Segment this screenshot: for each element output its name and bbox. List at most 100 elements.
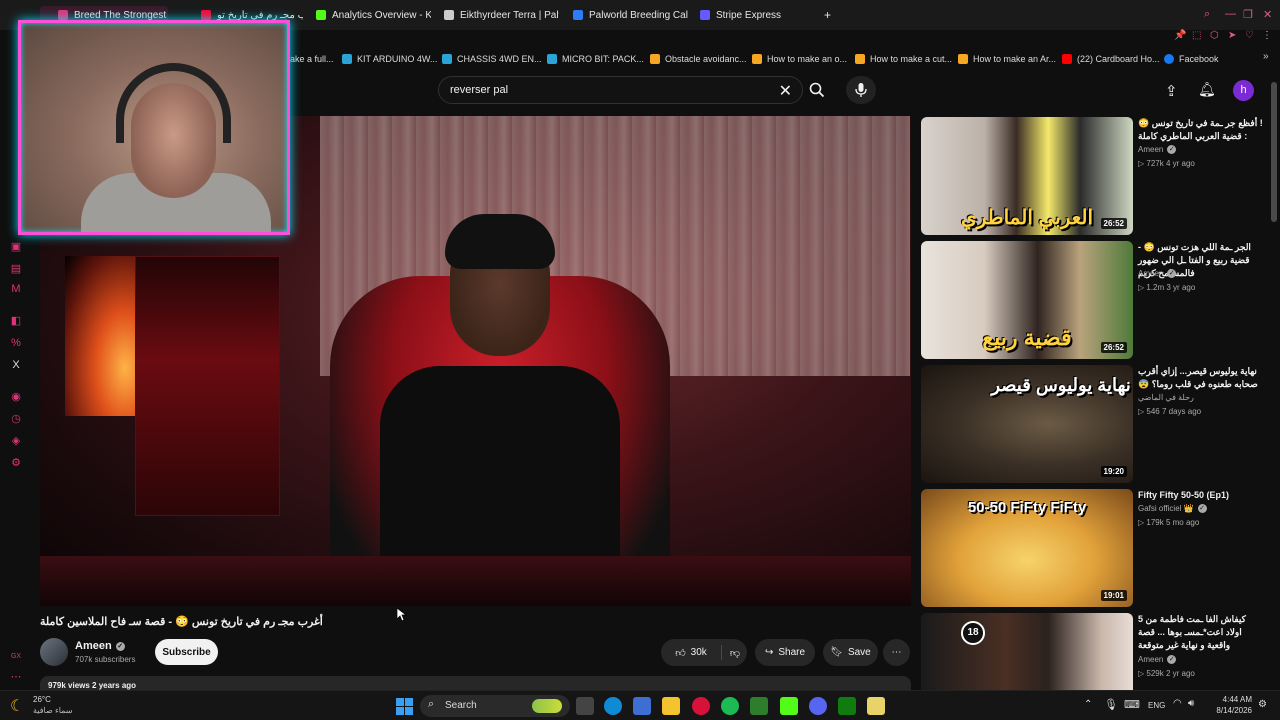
input-language[interactable]: ENG — [1148, 701, 1165, 710]
notifications-bell-icon[interactable]: 🔔︎ — [1198, 81, 1216, 98]
recommendation-title[interactable]: ! أفظع جر ـمة في تاريخ تونس 😳 : قضية الع… — [1138, 117, 1263, 143]
clock-icon[interactable]: ◷ — [9, 412, 23, 426]
maximize-icon[interactable]: ❐ — [1243, 8, 1253, 21]
recommendation-channel[interactable]: Ameen — [1138, 145, 1163, 154]
sidebar-app-icon[interactable]: GX — [9, 650, 23, 664]
wifi-icon[interactable]: ◠ — [1173, 698, 1182, 709]
share-button[interactable]: ↪ Share — [755, 639, 815, 666]
bookmark-item[interactable]: ake a full... — [290, 51, 334, 67]
dislike-button[interactable]: 👎︎ — [723, 639, 747, 666]
description-box[interactable]: 979k views 2 years ago — [40, 676, 911, 690]
recommendation-item[interactable]: 18 كيفاش الفا ـمت فاطمة من 5 اولاد اعت*ـ… — [921, 613, 1266, 690]
bookmark-item[interactable]: How to make an Ar... — [958, 51, 1056, 67]
bookmarks-more-icon[interactable]: » — [1263, 51, 1269, 62]
more-icon[interactable]: ⋯ — [9, 670, 23, 684]
opera-gx-icon[interactable] — [692, 697, 710, 715]
volume-icon[interactable]: 🔊︎ — [1188, 698, 1194, 709]
bookmark-item[interactable]: Facebook — [1164, 51, 1219, 67]
spotify-icon[interactable] — [721, 697, 739, 715]
subscribe-button[interactable]: Subscribe — [155, 639, 218, 665]
video-thumbnail[interactable]: 18 — [921, 613, 1133, 690]
upload-icon[interactable]: ⇪ — [1165, 82, 1178, 100]
app-icon[interactable] — [867, 697, 885, 715]
youtube-favicon-icon — [58, 10, 68, 20]
bookmark-item[interactable]: KIT ARDUINO 4W... — [342, 51, 437, 67]
search-tabs-icon[interactable]: ⌕ — [1204, 8, 1210, 21]
like-button[interactable]: 👍︎ 30k — [661, 639, 721, 666]
new-tab-button[interactable]: + — [824, 6, 836, 24]
channel-name-link[interactable]: Ameen ✓ — [75, 640, 125, 652]
recommendation-item[interactable]: العربي الماطري 26:52 ! أفظع جر ـمة في تا… — [921, 117, 1266, 235]
bookmark-item[interactable]: MICRO BIT: PACK... — [547, 51, 644, 67]
sidebar-app-icon[interactable]: ▣ — [9, 240, 23, 254]
bookmark-item[interactable]: How to make an o... — [752, 51, 847, 67]
search-button[interactable] — [803, 76, 831, 104]
tab-breeding-calculator[interactable]: Palworld Breeding Calculator — [573, 6, 688, 24]
bookmark-item[interactable]: (22) Cardboard Ho... — [1062, 51, 1160, 67]
pin-icon[interactable]: 📌 — [1174, 30, 1186, 41]
notifications-icon[interactable]: ⚙ — [1258, 699, 1267, 710]
task-view-icon[interactable] — [576, 697, 594, 715]
recommendation-item[interactable]: 50-50 FiFty FiFty 19:01 Fifty Fifty 50-5… — [921, 489, 1266, 607]
recommendation-item[interactable]: قضية ربيع 26:52 الجر ـمة اللي هزت تونس 😳… — [921, 241, 1266, 359]
edge-browser-icon[interactable] — [604, 697, 622, 715]
video-thumbnail[interactable]: قضية ربيع 26:52 — [921, 241, 1133, 359]
save-button[interactable]: 🔖︎ Save — [823, 639, 878, 666]
tray-overflow-icon[interactable]: ⌃ — [1084, 699, 1092, 710]
moon-weather-icon[interactable]: ☾ — [10, 696, 24, 716]
bookmark-item[interactable]: Obstacle avoidanc... — [650, 51, 747, 67]
clock-time[interactable]: 4:44 AM — [1208, 695, 1252, 704]
bookmark-label: CHASSIS 4WD EN... — [457, 54, 542, 64]
xbox-icon[interactable] — [838, 697, 856, 715]
tab-eikthyrdeer[interactable]: Eikthyrdeer Terra | Palworld — [444, 6, 559, 24]
extension-icon[interactable]: ⬡ — [1210, 30, 1219, 41]
kick-icon[interactable] — [780, 697, 798, 715]
voice-search-button[interactable] — [846, 76, 876, 104]
windows-start-icon[interactable] — [396, 698, 413, 715]
recommendation-title[interactable]: Fifty Fifty 50-50 (Ep1) — [1138, 489, 1263, 502]
close-window-icon[interactable]: ✕ — [1263, 8, 1272, 21]
x-icon[interactable]: X — [9, 358, 23, 372]
settings-icon[interactable]: ⚙ — [9, 456, 23, 470]
video-frame-desk — [40, 556, 911, 606]
video-thumbnail[interactable]: العربي الماطري 26:52 — [921, 117, 1133, 235]
channel-avatar[interactable] — [40, 638, 68, 666]
sidebar-app-icon[interactable]: ◉ — [9, 390, 23, 404]
sidebar-app-icon[interactable]: ▤ — [9, 262, 23, 276]
keyboard-tray-icon[interactable]: ⌨ — [1124, 698, 1140, 711]
app-launcher-icon[interactable] — [750, 697, 768, 715]
sidebar-app-icon[interactable]: M — [9, 282, 23, 296]
screenshot-icon[interactable]: ⬚ — [1192, 30, 1201, 41]
twitch-icon[interactable]: ◧ — [9, 314, 23, 328]
user-avatar[interactable]: h — [1233, 80, 1254, 101]
page-scrollbar[interactable] — [1271, 82, 1277, 222]
discord-icon[interactable] — [809, 697, 827, 715]
send-icon[interactable]: ➤ — [1228, 30, 1236, 41]
recommendation-channel[interactable]: Gafsi officiel 👑 — [1138, 504, 1194, 513]
taskbar-search-box[interactable]: ⌕ Search — [420, 695, 570, 717]
search-input[interactable]: reverser pal ✕ — [438, 76, 803, 104]
more-actions-button[interactable]: ⋯ — [883, 639, 910, 666]
minimize-icon[interactable]: — — [1225, 8, 1236, 20]
video-thumbnail[interactable]: نهاية يوليوس قيصر 19:20 — [921, 365, 1133, 483]
recommendation-title[interactable]: كيفاش الفا ـمت فاطمة من 5 اولاد اعت*ـمسـ… — [1138, 613, 1263, 652]
recommendation-channel[interactable]: Ameen — [1138, 269, 1163, 278]
file-explorer-icon[interactable] — [662, 697, 680, 715]
bookmark-item[interactable]: CHASSIS 4WD EN... — [442, 51, 542, 67]
video-thumbnail[interactable]: 50-50 FiFty FiFty 19:01 — [921, 489, 1133, 607]
tab-stripe-express[interactable]: Stripe Express — [700, 6, 810, 24]
recommendation-channel[interactable]: رحلة في الماضي — [1138, 393, 1194, 402]
recommendation-title[interactable]: نهاية يوليوس قيصر... إزاي أقرب صحابه طعن… — [1138, 365, 1263, 391]
clear-search-icon[interactable]: ✕ — [779, 81, 792, 101]
heart-icon[interactable]: ♡ — [1245, 30, 1254, 41]
tab-kick-analytics[interactable]: Analytics Overview - Kick — [316, 6, 431, 24]
recommendation-channel[interactable]: Ameen — [1138, 655, 1163, 664]
recommendation-item[interactable]: نهاية يوليوس قيصر 19:20 نهاية يوليوس قيص… — [921, 365, 1266, 483]
sidebar-app-icon[interactable]: % — [9, 336, 23, 350]
menu-icon[interactable]: ⋮ — [1262, 30, 1272, 41]
clock-date[interactable]: 8/14/2026 — [1208, 706, 1252, 715]
sidebar-app-icon[interactable]: ◈ — [9, 434, 23, 448]
bookmark-item[interactable]: How to make a cut... — [855, 51, 952, 67]
microsoft-store-icon[interactable] — [633, 697, 651, 715]
microphone-tray-icon[interactable]: 🎙︎ — [1104, 698, 1118, 711]
